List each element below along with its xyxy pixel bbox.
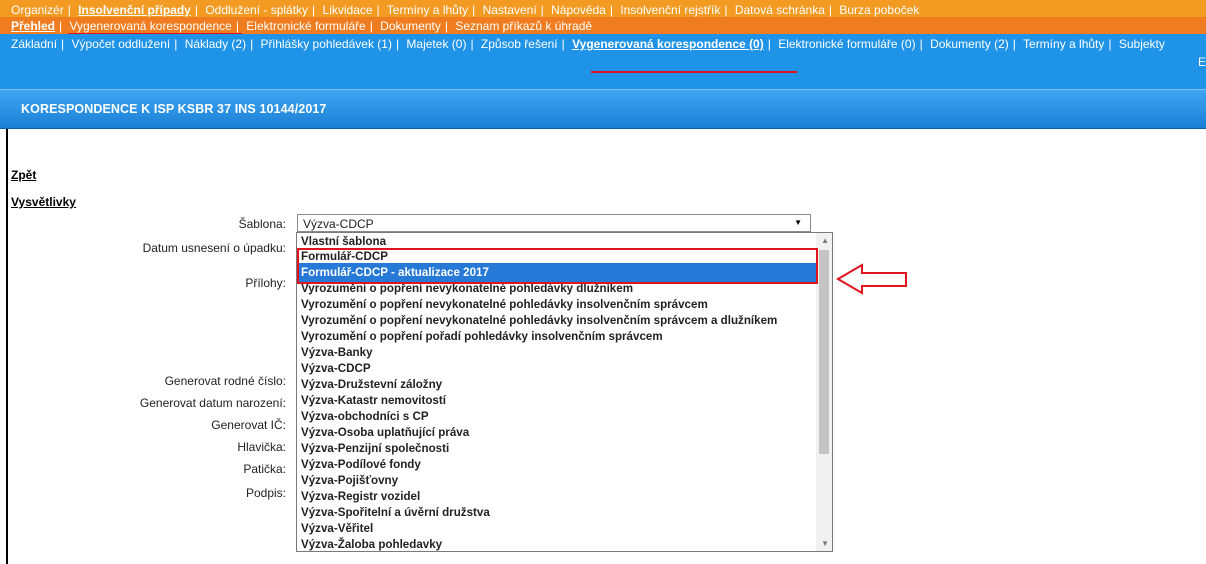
sablona-selected-value: Výzva-CDCP [303,217,374,231]
tab-vygenerovana-korespondence[interactable]: Vygenerovaná korespondence (0) [572,37,764,51]
menu-oddluzeni-splatky[interactable]: Oddlužení - splátky [205,3,308,17]
option-vyzva-podilove-fondy[interactable]: Výzva-Podílové fondy [301,457,421,473]
page-header-bar: KORESPONDENCE K ISP KSBR 37 INS 10144/20… [0,89,1206,129]
submenu-seznam-prikazu[interactable]: Seznam příkazů k úhradě [455,19,592,33]
explanations-link[interactable]: Vysvětlivky [11,195,76,209]
page-title: KORESPONDENCE K ISP KSBR 37 INS 10144/20… [21,102,327,116]
tab-subjekty[interactable]: Subjekty [1119,37,1165,51]
option-vyzva-cdcp[interactable]: Výzva-CDCP [301,361,371,377]
scrollbar-thumb[interactable] [819,250,829,454]
option-vyzva-osoba[interactable]: Výzva-Osoba uplatňující práva [301,425,469,441]
left-border [6,129,8,564]
tab-elektronicke-formulare[interactable]: Elektronické formuláře (0) [778,37,915,51]
back-link[interactable]: Zpět [11,168,36,182]
menu-burza-pobocek[interactable]: Burza poboček [839,3,919,17]
datum-usneseni-label: Datum usnesení o úpadku: [142,241,286,255]
option-vyzva-zaloba[interactable]: Výzva-Žaloba pohledavky [301,537,442,551]
option-vyrozumeni-spravcem[interactable]: Vyrozumění o popření nevykonatelné pohle… [301,297,708,313]
submenu-elektronicke-formulare[interactable]: Elektronické formuláře [246,19,365,33]
option-vyrozumeni-spravcem-dluznikem[interactable]: Vyrozumění o popření nevykonatelné pohle… [301,313,777,329]
option-vyzva-katastr[interactable]: Výzva-Katastr nemovitostí [301,393,446,409]
paticka-label: Patička: [243,462,286,476]
menu-likvidace[interactable]: Likvidace [323,3,373,17]
scroll-up-icon[interactable]: ▲ [821,236,829,245]
option-vyzva-obchodnici[interactable]: Výzva-obchodníci s CP [301,409,429,425]
menu-organizer[interactable]: Organizér [11,3,64,17]
annotation-arrow-icon [836,263,907,295]
menu-datova-schranka[interactable]: Datová schránka [735,3,825,17]
menu-insolvencni-pripady[interactable]: Insolvenční případy [78,3,191,17]
hlavicka-label: Hlavička: [237,440,286,454]
tab-vypocet-oddluzeni[interactable]: Výpočet oddlužení [72,37,171,51]
annotation-highlight-box [297,248,818,284]
generovat-ic-label: Generovat IČ: [211,418,286,432]
submenu-dokumenty[interactable]: Dokumenty [380,19,441,33]
annotation-underline-tab [591,71,797,73]
scroll-down-icon[interactable]: ▼ [821,539,829,548]
tab-majetek[interactable]: Majetek (0) [406,37,466,51]
option-vyzva-druzstevni-zalozny[interactable]: Výzva-Družstevní záložny [301,377,442,393]
option-vyzva-sporitelni[interactable]: Výzva-Spořitelní a úvěrní družstva [301,505,490,521]
submenu-vygenerovana-korespondence[interactable]: Vygenerovaná korespondence [69,19,231,33]
prilohy-label: Přílohy: [245,276,286,290]
tab-zakladni[interactable]: Základní [11,37,57,51]
option-vyzva-veritel[interactable]: Výzva-Věřitel [301,521,373,537]
chevron-down-icon[interactable]: ▼ [794,218,802,227]
sablona-label: Šablona: [238,217,286,231]
case-tabs-bar: Základní | Výpočet oddlužení | Náklady (2)… [0,34,1206,89]
sablona-select[interactable]: Výzva-CDCP ▼ [297,214,811,232]
main-menu-bar: Organizér | Insolvenční případy | Oddlužen… [0,0,1206,17]
dropdown-scrollbar[interactable]: ▲ ▼ [816,233,832,551]
generovat-rodne-cislo-label: Generovat rodné číslo: [164,374,286,388]
generovat-datum-narozeni-label: Generovat datum narození: [139,396,286,410]
tab-zpusob-reseni[interactable]: Způsob řešení [481,37,558,51]
menu-terminy-lhuty[interactable]: Termíny a lhůty [387,3,468,17]
menu-insolvencni-rejstrik[interactable]: Insolvenční rejstřík [620,3,720,17]
tab-overflow-text: E [1197,55,1206,69]
menu-napoveda[interactable]: Nápověda [551,3,606,17]
menu-nastaveni[interactable]: Nastavení [483,3,537,17]
submenu-bar: Přehled | Vygenerovaná korespondence | Ele… [0,17,1206,34]
option-vyrozumeni-poradi[interactable]: Vyrozumění o popření pořadí pohledávky i… [301,329,663,345]
tab-dokumenty[interactable]: Dokumenty (2) [930,37,1009,51]
tab-prihlasky-pohledavek[interactable]: Přihlášky pohledávek (1) [261,37,392,51]
option-vyzva-penzijni[interactable]: Výzva-Penzijní společnosti [301,441,449,457]
tab-naklady[interactable]: Náklady (2) [185,37,246,51]
tab-terminy-lhuty[interactable]: Termíny a lhůty [1023,37,1104,51]
submenu-prehled[interactable]: Přehled [11,19,55,33]
podpis-label: Podpis: [245,486,286,500]
option-vyzva-pojistovny[interactable]: Výzva-Pojišťovny [301,473,398,489]
option-vyzva-banky[interactable]: Výzva-Banky [301,345,373,361]
option-vyzva-registr-vozidel[interactable]: Výzva-Registr vozidel [301,489,420,505]
